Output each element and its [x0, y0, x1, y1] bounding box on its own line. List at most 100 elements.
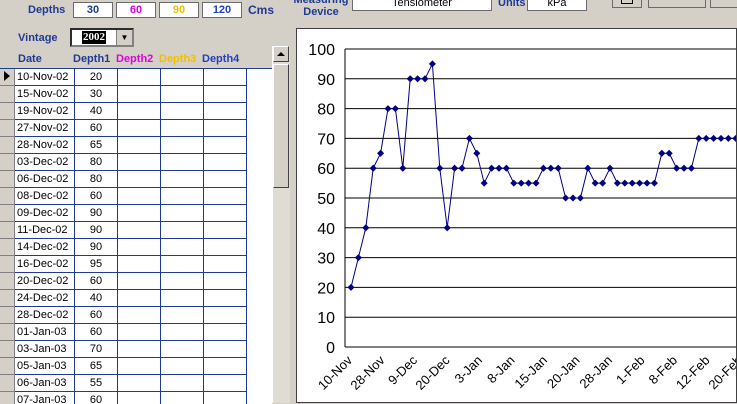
row-selector[interactable] [0, 171, 15, 188]
cell-depth2[interactable] [118, 205, 161, 222]
depth-input-3[interactable]: 90 [159, 2, 199, 18]
vintage-select[interactable]: 2002 ▼ [70, 28, 134, 47]
table-row[interactable]: 27-Nov-0260 [0, 120, 247, 137]
cell-date[interactable]: 15-Nov-02 [15, 86, 75, 103]
cell-date[interactable]: 20-Dec-02 [15, 273, 75, 290]
row-selector[interactable] [0, 273, 15, 290]
cell-depth1[interactable]: 40 [75, 290, 118, 307]
row-selector[interactable] [0, 69, 15, 86]
cell-depth2[interactable] [118, 120, 161, 137]
cell-depth4[interactable] [204, 154, 247, 171]
cell-depth1[interactable]: 90 [75, 205, 118, 222]
cell-depth3[interactable] [161, 69, 204, 86]
cell-date[interactable]: 06-Dec-02 [15, 171, 75, 188]
cell-depth2[interactable] [118, 341, 161, 358]
cell-depth1[interactable]: 60 [75, 324, 118, 341]
table-row[interactable]: 28-Dec-0260 [0, 307, 247, 324]
cell-depth1[interactable]: 90 [75, 239, 118, 256]
cell-depth3[interactable] [161, 307, 204, 324]
cell-depth3[interactable] [161, 120, 204, 137]
cell-depth4[interactable] [204, 375, 247, 392]
row-selector[interactable] [0, 222, 15, 239]
cell-date[interactable]: 19-Nov-02 [15, 103, 75, 120]
row-selector[interactable] [0, 239, 15, 256]
cell-depth4[interactable] [204, 256, 247, 273]
cell-date[interactable]: 14-Dec-02 [15, 239, 75, 256]
table-row[interactable]: 20-Dec-0260 [0, 273, 247, 290]
dropdown-arrow-icon[interactable]: ▼ [116, 30, 132, 45]
cell-date[interactable]: 03-Dec-02 [15, 154, 75, 171]
table-row[interactable]: 10-Nov-0220 [0, 69, 247, 86]
table-row[interactable]: 06-Dec-0280 [0, 171, 247, 188]
table-row[interactable]: 06-Jan-0355 [0, 375, 247, 392]
cell-depth1[interactable]: 20 [75, 69, 118, 86]
cell-depth4[interactable] [204, 103, 247, 120]
cell-depth2[interactable] [118, 273, 161, 290]
cell-depth2[interactable] [118, 239, 161, 256]
units-field[interactable]: kPa [527, 0, 587, 11]
cell-depth2[interactable] [118, 290, 161, 307]
cell-depth1[interactable]: 90 [75, 222, 118, 239]
cell-depth3[interactable] [161, 375, 204, 392]
cell-depth3[interactable] [161, 222, 204, 239]
row-selector[interactable] [0, 137, 15, 154]
cell-date[interactable]: 07-Jan-03 [15, 392, 75, 404]
cell-depth1[interactable]: 60 [75, 273, 118, 290]
row-selector[interactable] [0, 256, 15, 273]
cell-depth2[interactable] [118, 154, 161, 171]
cell-depth1[interactable]: 60 [75, 120, 118, 137]
grid-scrollbar[interactable] [272, 46, 290, 403]
cell-depth3[interactable] [161, 154, 204, 171]
table-row[interactable]: 24-Dec-0240 [0, 290, 247, 307]
row-selector[interactable] [0, 188, 15, 205]
cell-depth4[interactable] [204, 222, 247, 239]
cell-date[interactable]: 28-Dec-02 [15, 307, 75, 324]
cell-depth4[interactable] [204, 171, 247, 188]
cell-date[interactable]: 06-Jan-03 [15, 375, 75, 392]
cell-depth1[interactable]: 60 [75, 188, 118, 205]
cell-depth3[interactable] [161, 290, 204, 307]
table-row[interactable]: 05-Jan-0365 [0, 358, 247, 375]
cell-depth4[interactable] [204, 341, 247, 358]
table-row[interactable]: 11-Dec-0290 [0, 222, 247, 239]
depth-input-2[interactable]: 60 [116, 2, 156, 18]
cell-depth3[interactable] [161, 103, 204, 120]
cell-depth2[interactable] [118, 375, 161, 392]
cell-depth3[interactable] [161, 392, 204, 404]
table-row[interactable]: 03-Dec-0280 [0, 154, 247, 171]
cell-depth1[interactable]: 95 [75, 256, 118, 273]
table-row[interactable]: 28-Nov-0265 [0, 137, 247, 154]
cell-depth1[interactable]: 65 [75, 358, 118, 375]
cell-depth1[interactable]: 80 [75, 171, 118, 188]
cell-depth4[interactable] [204, 392, 247, 404]
depth-input-1[interactable]: 30 [73, 2, 113, 18]
row-selector[interactable] [0, 154, 15, 171]
cell-depth3[interactable] [161, 358, 204, 375]
table-row[interactable]: 14-Dec-0290 [0, 239, 247, 256]
cell-date[interactable]: 28-Nov-02 [15, 137, 75, 154]
cell-date[interactable]: 27-Nov-02 [15, 120, 75, 137]
cell-depth1[interactable]: 80 [75, 154, 118, 171]
row-selector[interactable] [0, 307, 15, 324]
cell-depth3[interactable] [161, 239, 204, 256]
cell-depth2[interactable] [118, 222, 161, 239]
row-selector[interactable] [0, 290, 15, 307]
cell-depth2[interactable] [118, 307, 161, 324]
row-selector[interactable] [0, 358, 15, 375]
cell-depth3[interactable] [161, 86, 204, 103]
cell-date[interactable]: 09-Dec-02 [15, 205, 75, 222]
row-selector[interactable] [0, 375, 15, 392]
cell-depth4[interactable] [204, 358, 247, 375]
cell-depth2[interactable] [118, 324, 161, 341]
cell-depth3[interactable] [161, 273, 204, 290]
cell-depth4[interactable] [204, 69, 247, 86]
cell-depth4[interactable] [204, 239, 247, 256]
cell-depth3[interactable] [161, 188, 204, 205]
table-row[interactable]: 03-Jan-0370 [0, 341, 247, 358]
measuring-device-field[interactable]: Tensiometer [352, 0, 492, 11]
cell-date[interactable]: 11-Dec-02 [15, 222, 75, 239]
cell-date[interactable]: 01-Jan-03 [15, 324, 75, 341]
cell-depth2[interactable] [118, 103, 161, 120]
toolbar-button-2[interactable] [710, 0, 737, 8]
cell-depth4[interactable] [204, 86, 247, 103]
